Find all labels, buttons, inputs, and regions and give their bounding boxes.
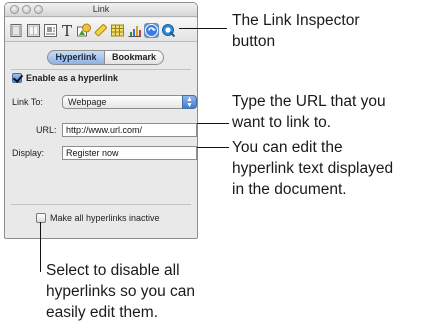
url-label: URL: <box>36 125 57 135</box>
chart-icon[interactable] <box>127 23 142 38</box>
make-inactive-checkbox[interactable] <box>36 213 46 223</box>
display-input[interactable]: Register now <box>62 146 197 160</box>
graphic-icon[interactable] <box>76 23 91 38</box>
inspector-toolbar: T <box>5 18 197 42</box>
wrap-icon[interactable] <box>43 23 58 38</box>
callout-text-line: easily edit them. <box>46 304 158 321</box>
callout-display: You can edit the hyperlink text displaye… <box>232 137 393 200</box>
callout-text-line: button <box>232 33 276 50</box>
enable-hyperlink-checkbox[interactable] <box>12 73 22 83</box>
callout-text-line: Select to disable all <box>46 262 180 279</box>
callout-inspector-button: The Link Inspector button <box>232 10 360 52</box>
divider <box>11 69 191 70</box>
callout-url: Type the URL that you want to link to. <box>232 91 386 133</box>
display-label: Display: <box>12 148 45 158</box>
callout-line-url <box>197 123 229 124</box>
callout-text-line: Type the URL that you <box>232 93 386 110</box>
svg-text:T: T <box>62 23 72 38</box>
url-input[interactable]: http://www.url.com/ <box>62 123 197 137</box>
callout-line-inactive <box>40 222 41 272</box>
title-bar[interactable]: Link <box>5 3 197 17</box>
table-icon[interactable] <box>110 23 125 38</box>
link-icon[interactable] <box>144 23 159 38</box>
window-title: Link <box>92 4 110 14</box>
callout-text-line: The Link Inspector <box>232 12 360 29</box>
make-inactive-label: Make all hyperlinks inactive <box>50 213 160 223</box>
text-icon[interactable]: T <box>60 23 75 38</box>
layout-icon[interactable] <box>26 23 41 38</box>
divider <box>11 204 191 205</box>
callout-text-line: in the document. <box>232 181 347 198</box>
tab-bookmark[interactable]: Bookmark <box>104 50 164 65</box>
callout-inactive: Select to disable all hyperlinks so you … <box>46 260 195 323</box>
link-inspector-panel: Link T Hyperlink Bookmark Enable as a hy… <box>4 2 198 239</box>
callout-line-inspector <box>179 28 227 29</box>
link-to-value: Webpage <box>68 97 107 107</box>
link-to-label: Link To: <box>12 97 43 107</box>
link-to-select[interactable]: Webpage ▲ ▼ <box>62 95 197 109</box>
tab-hyperlink[interactable]: Hyperlink <box>47 50 105 65</box>
document-icon[interactable] <box>9 23 24 38</box>
callout-text-line: You can edit the <box>232 139 343 156</box>
enable-hyperlink-label: Enable as a hyperlink <box>26 73 119 83</box>
callout-text-line: want to link to. <box>232 114 332 131</box>
callout-text-line: hyperlink text displayed <box>232 160 394 177</box>
metrics-icon[interactable] <box>93 23 108 38</box>
callout-line-display <box>197 147 229 148</box>
callout-text-line: hyperlinks so you can <box>46 283 196 300</box>
chevron-updown-icon: ▲ ▼ <box>182 95 197 109</box>
quicktime-icon[interactable] <box>161 23 176 38</box>
